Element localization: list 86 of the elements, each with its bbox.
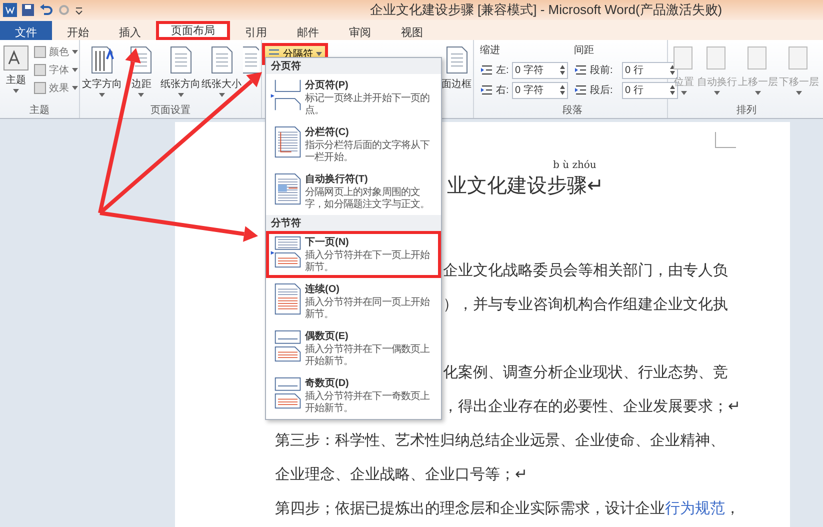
indent-icon — [480, 84, 494, 96]
caret-icon — [218, 93, 225, 97]
document-text: ，得出企业存在的必要性、企业发展要求；↵ — [443, 397, 741, 417]
themes-icon — [3, 45, 29, 71]
menu-item[interactable]: 下一页(N) 插入分节符并在下一页上开始新节。 — [266, 231, 441, 278]
undo-icon[interactable] — [39, 4, 53, 16]
caret-icon — [796, 91, 802, 95]
section-break-icon — [270, 235, 302, 269]
group-label: 段落 — [562, 104, 584, 118]
document-text: 第四步；依据已提炼出的理念层和企业实际需求，设计企业 — [275, 499, 665, 519]
spacing-field[interactable]: 0 行 — [622, 62, 678, 78]
page-layout-icon — [168, 45, 194, 75]
spacing-label: 段后: — [590, 84, 614, 97]
page-corner-mark — [715, 132, 736, 148]
theme-option[interactable]: 字体 — [34, 61, 78, 79]
theme-option[interactable]: 颜色 — [34, 43, 78, 61]
ribbon-tab[interactable]: 文件 — [0, 21, 52, 40]
customize-toolbar-icon[interactable] — [75, 5, 83, 15]
indent-field[interactable]: 0 字符 — [512, 62, 568, 78]
menu-section-heading: 分节符 — [266, 215, 441, 231]
indent-field[interactable]: 0 字符 — [512, 82, 568, 98]
caret-icon — [178, 93, 184, 97]
document-text: ），并与专业咨询机构合作组建企业文化执 — [443, 295, 728, 315]
spinner-arrows-icon — [560, 85, 565, 95]
caret-icon — [755, 91, 761, 95]
document-text: 企业文化战略委员会等相关部门，由专人负 — [443, 261, 728, 281]
ribbon-tab[interactable]: 视图 — [386, 21, 438, 40]
theme-option-icon — [34, 82, 46, 94]
save-icon[interactable] — [22, 4, 34, 16]
indent-icon — [480, 64, 494, 76]
indent-label: 左: — [496, 64, 510, 77]
page-setup-button[interactable]: 文字方向 — [82, 43, 122, 103]
menu-item[interactable]: 偶数页(E) 插入分节符并在下一偶数页上开始新节。 — [266, 325, 441, 372]
caret-icon — [99, 93, 105, 97]
ribbon-tab[interactable]: 插入 — [104, 21, 156, 40]
menu-section-heading: 分页符 — [266, 58, 441, 74]
group-label: 主题 — [28, 104, 50, 118]
page-layout-icon — [89, 45, 115, 75]
ribbon-tab[interactable]: 审阅 — [334, 21, 386, 40]
indent-icon — [574, 84, 588, 96]
caret-icon — [72, 86, 78, 90]
page-layout-icon — [444, 45, 470, 75]
document-text: 企业理念、企业战略、企业口号等；↵ — [275, 465, 528, 485]
ribbon-tab[interactable]: 引用 — [230, 21, 282, 40]
spinner-arrows-icon — [560, 65, 565, 75]
menu-item[interactable]: 自动换行符(T) 分隔网页上的对象周围的文字，如分隔题注文字与正文。 — [266, 168, 441, 215]
menu-item[interactable]: 分页符(P) 标记一页终止并开始下一页的点。 — [266, 74, 441, 121]
caret-icon — [138, 93, 144, 97]
pinyin-annotation: b ù zhóu — [553, 160, 596, 172]
group-label: 页面设置 — [150, 104, 192, 118]
document-text: 化案例、调查分析企业现状、行业态势、竞 — [443, 363, 728, 383]
menu-item[interactable]: 分栏符(C) 指示分栏符后面的文字将从下一栏开始。 — [266, 121, 441, 168]
group-label: 排列 — [736, 104, 758, 118]
menu-item[interactable]: 连续(O) 插入分节符并在同一页上开始新节。 — [266, 278, 441, 325]
indent-icon — [574, 64, 588, 76]
section-break-icon — [270, 78, 302, 112]
spinner-arrows-icon — [670, 65, 675, 75]
caret-icon — [13, 89, 19, 93]
indent-heading: 缩进 — [480, 44, 500, 58]
theme-option-icon — [34, 64, 46, 76]
link[interactable]: 行为规范 — [665, 492, 725, 526]
caret-icon — [72, 68, 78, 72]
themes-button[interactable]: 主题 — [2, 43, 30, 103]
spacing-label: 段前: — [590, 64, 614, 77]
spinner-arrows-icon — [670, 85, 675, 95]
caret-icon — [681, 91, 687, 95]
spacing-heading: 间距 — [574, 44, 594, 58]
page-borders-button[interactable]: 面边框 — [441, 43, 472, 93]
theme-option[interactable]: 效果 — [34, 79, 78, 97]
page-setup-button[interactable]: 纸张方向 — [160, 43, 201, 103]
window-title: 企业文化建设步骤 [兼容模式] - Microsoft Word(产品激活失败) — [368, 1, 724, 19]
document-title: 业文化建设步骤↵ — [447, 174, 604, 199]
spacing-field[interactable]: 0 行 — [622, 82, 678, 98]
document-text: 第三步：科学性、艺术性归纳总结企业远景、企业使命、企业精神、 — [275, 431, 725, 451]
app-logo-icon — [3, 3, 17, 17]
ribbon-tab[interactable]: 开始 — [52, 21, 104, 40]
theme-option-icon — [34, 46, 46, 58]
indent-label: 右: — [496, 84, 510, 97]
menu-item[interactable]: 奇数页(D) 插入分节符并在下一奇数页上开始新节。 — [266, 372, 441, 419]
ribbon-tab[interactable]: 页面布局 — [156, 21, 230, 40]
caret-icon — [72, 50, 78, 54]
caret-icon — [714, 91, 720, 95]
document-text: ， — [725, 499, 740, 519]
page-setup-button[interactable]: 纸张大小 — [202, 43, 242, 103]
ribbon-tab[interactable]: 邮件 — [282, 21, 334, 40]
page-layout-icon — [208, 45, 235, 75]
